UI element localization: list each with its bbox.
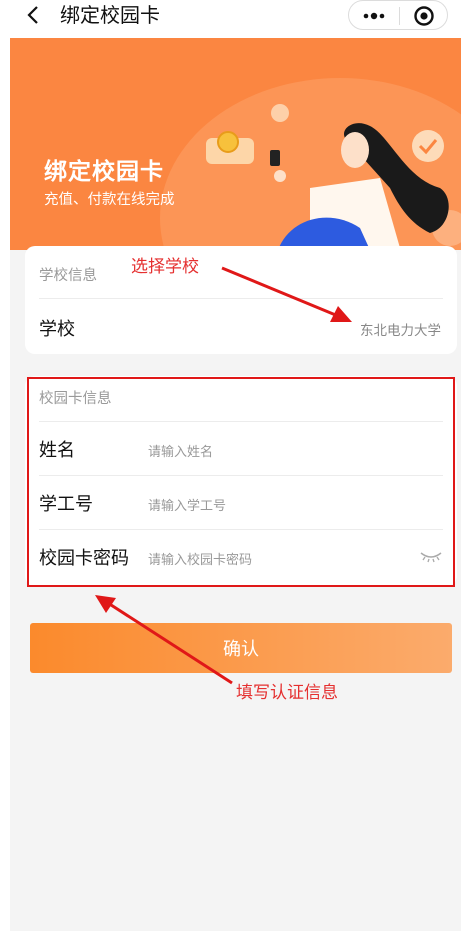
banner-title: 绑定校园卡 [44,159,164,185]
more-dots-icon[interactable] [349,1,399,31]
annotation-choose-school: 选择学校 [131,257,199,277]
annotation-fill-auth: 填写认证信息 [236,683,338,703]
back-chevron-icon[interactable] [20,2,50,30]
school-value: 东北电力大学 [360,323,441,339]
mini-program-capsule [348,0,448,30]
school-info-title: 学校信息 [39,268,97,284]
banner: 绑定校园卡 充值、付款在线完成 [10,38,461,250]
close-circle-icon[interactable] [400,1,448,31]
confirm-button[interactable]: 确认 [30,623,452,673]
annotation-highlight-box [27,377,455,587]
school-label: 学校 [39,319,75,340]
school-info-card: 学校信息 学校 东北电力大学 [25,246,457,354]
banner-subtitle: 充值、付款在线完成 [44,192,175,208]
nav-bar: 绑定校园卡 [0,0,471,36]
school-row[interactable]: 学校 东北电力大学 [25,299,457,354]
banner-illustration [160,78,461,250]
page-title: 绑定校园卡 [60,3,160,27]
